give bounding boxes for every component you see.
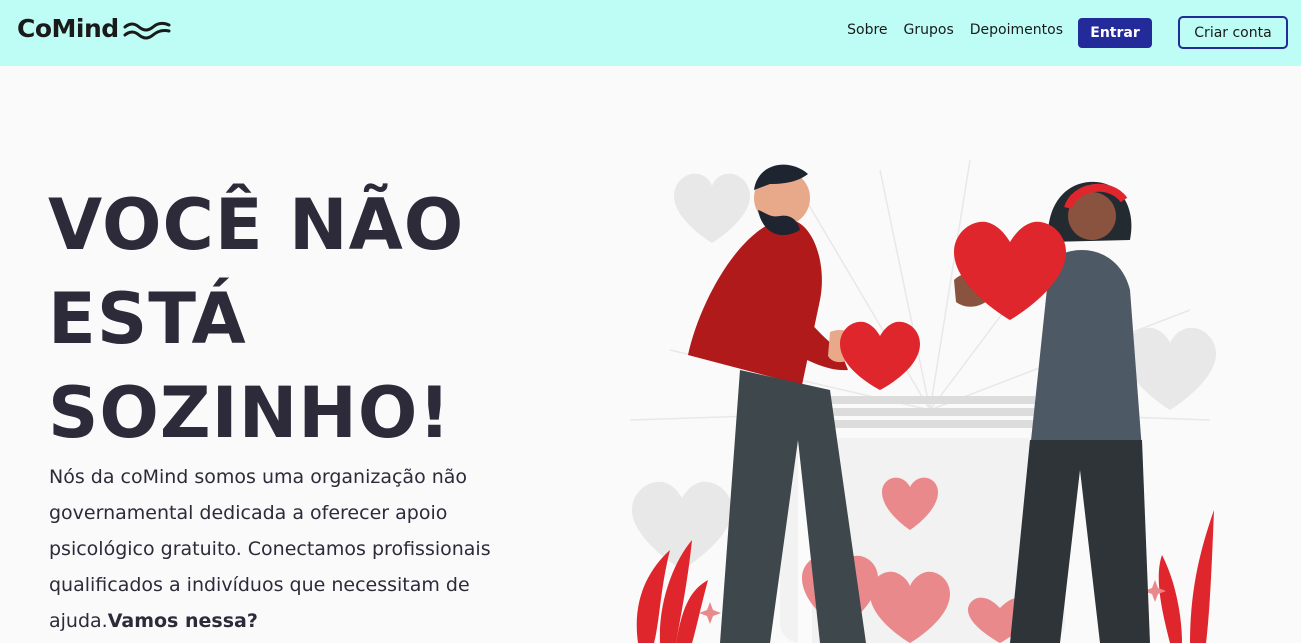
navbar: CoMind Sobre Grupos Depoimentos Entrar C… [0, 0, 1301, 66]
hero-title-line: VOCÊ NÃO [48, 184, 465, 266]
heart-man [840, 321, 920, 390]
nav-links: Sobre Grupos Depoimentos [847, 22, 1063, 38]
hero-title-line: ESTÁ [48, 278, 247, 360]
hero-illustration [630, 159, 1216, 643]
login-button[interactable]: Entrar [1078, 18, 1152, 48]
jar-lid [810, 396, 1035, 428]
hero-description-text: Nós da coMind somos uma organização não … [49, 466, 491, 632]
signup-button[interactable]: Criar conta [1178, 16, 1288, 49]
hero-cta-text[interactable]: Vamos nessa? [108, 610, 258, 632]
nav-link-grupos[interactable]: Grupos [904, 22, 954, 38]
hero-description: Nós da coMind somos uma organização não … [49, 459, 519, 639]
plant-right [1158, 510, 1214, 643]
logo[interactable]: CoMind [17, 14, 171, 43]
nav-link-sobre[interactable]: Sobre [847, 22, 887, 38]
waves-icon [123, 21, 171, 39]
nav-link-depoimentos[interactable]: Depoimentos [970, 22, 1063, 38]
hero-title: VOCÊ NÃO ESTÁ SOZINHO! [48, 178, 518, 460]
hero-title-line: SOZINHO! [48, 372, 452, 454]
logo-text: CoMind [17, 14, 119, 43]
